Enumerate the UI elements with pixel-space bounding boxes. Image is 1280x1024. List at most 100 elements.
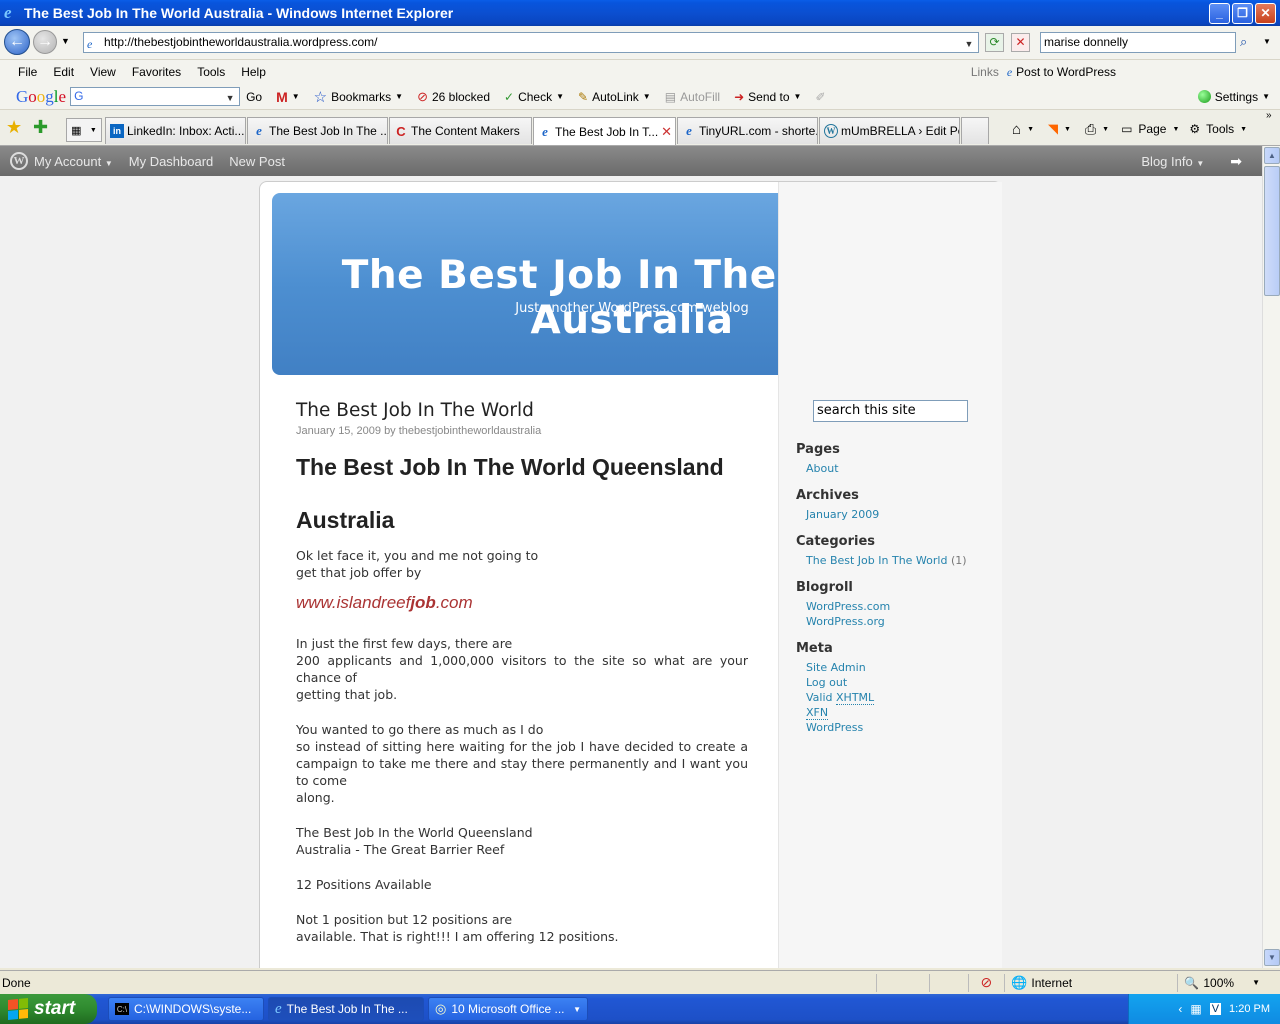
stop-icon[interactable]: ✕ bbox=[1011, 33, 1030, 52]
sidebar-link-log-out[interactable]: Log out bbox=[806, 676, 847, 689]
tab-best-job-active[interactable]: e The Best Job In T... ✕ bbox=[533, 117, 676, 145]
refresh-icon[interactable]: ⟳ bbox=[985, 33, 1004, 52]
chevron-down-icon[interactable]: ▼ bbox=[1064, 126, 1071, 133]
page-icon: e bbox=[87, 37, 93, 51]
page-menu[interactable]: Page bbox=[1138, 122, 1166, 136]
forward-button[interactable]: → bbox=[33, 30, 57, 54]
start-button[interactable]: start bbox=[0, 994, 97, 1024]
chevron-down-icon[interactable]: ▼ bbox=[1252, 978, 1260, 987]
address-input[interactable]: e http://thebestjobintheworldaustralia.w… bbox=[83, 32, 979, 53]
back-button[interactable]: ← bbox=[4, 29, 30, 55]
sidebar-link-xfn[interactable]: XFN bbox=[806, 706, 829, 720]
rss-feed-icon[interactable]: ◥ bbox=[1048, 121, 1058, 137]
menu-tools[interactable]: Tools bbox=[197, 65, 225, 79]
sidebar-link-wordpress-com[interactable]: WordPress.com bbox=[806, 600, 890, 613]
menu-favorites[interactable]: Favorites bbox=[132, 65, 181, 79]
close-tab-icon[interactable]: ✕ bbox=[661, 124, 672, 140]
close-window-button[interactable]: ✕ bbox=[1255, 2, 1276, 24]
scroll-thumb[interactable] bbox=[1264, 166, 1280, 296]
sidebar-link-valid-xhtml[interactable]: Valid XHTML bbox=[806, 691, 875, 705]
quick-tabs-button[interactable]: ▦ ▼ bbox=[66, 118, 102, 142]
restore-button[interactable]: ❐ bbox=[1232, 2, 1253, 24]
status-divider bbox=[1004, 973, 1006, 992]
link-text: .com bbox=[435, 593, 473, 612]
popup-blocker-button[interactable]: ⊘ 26 blocked bbox=[417, 89, 490, 105]
menu-view[interactable]: View bbox=[90, 65, 116, 79]
zoom-level[interactable]: 100% bbox=[1203, 976, 1234, 990]
my-dashboard-link[interactable]: My Dashboard bbox=[129, 154, 214, 169]
sidebar-link-wordpress[interactable]: WordPress bbox=[806, 721, 863, 734]
tab-label: The Content Makers bbox=[411, 124, 520, 138]
google-search-dropdown-icon[interactable]: ▼ bbox=[223, 90, 237, 105]
island-reef-link[interactable]: www.islandreefjob.com bbox=[296, 593, 748, 613]
scroll-down-button[interactable]: ▼ bbox=[1264, 949, 1280, 966]
autolink-button[interactable]: ✎ AutoLink ▼ bbox=[578, 90, 651, 104]
send-to-button[interactable]: ➜ Send to ▼ bbox=[734, 90, 801, 104]
vertical-scrollbar[interactable]: ▲ ▼ bbox=[1262, 146, 1280, 968]
privacy-icon[interactable]: ⊘ bbox=[981, 974, 993, 991]
bookmarks-label: Bookmarks bbox=[331, 89, 392, 104]
spellcheck-button[interactable]: ✓ Check ▼ bbox=[504, 90, 564, 104]
highlighter-icon[interactable]: ✐ bbox=[815, 90, 825, 104]
new-post-link[interactable]: New Post bbox=[229, 154, 285, 169]
chevron-down-icon[interactable]: ▼ bbox=[1172, 126, 1179, 133]
minimize-button[interactable]: _ bbox=[1209, 2, 1230, 24]
tab-label: mUmBRELLA › Edit Po... bbox=[841, 124, 959, 138]
google-go-button[interactable]: Go bbox=[246, 90, 262, 104]
google-settings-button[interactable]: Settings ▼ bbox=[1197, 90, 1270, 104]
recent-pages-dropdown-icon[interactable]: ▼ bbox=[61, 36, 70, 46]
xhtml-abbr: XHTML bbox=[836, 691, 875, 705]
search-input[interactable]: marise donnelly bbox=[1040, 32, 1236, 53]
tray-expand-icon[interactable]: ‹ bbox=[1178, 1002, 1182, 1016]
tools-menu[interactable]: Tools bbox=[1206, 122, 1234, 136]
google-logo[interactable]: Google bbox=[16, 87, 66, 107]
add-favorite-icon[interactable]: ✚ bbox=[33, 117, 48, 138]
tab-best-job-1[interactable]: e The Best Job In The ... bbox=[247, 117, 388, 144]
sidebar-link-about[interactable]: About bbox=[806, 462, 839, 475]
scroll-up-button[interactable]: ▲ bbox=[1264, 147, 1280, 164]
clock[interactable]: 1:20 PM bbox=[1229, 1003, 1270, 1015]
vpn-icon[interactable]: V bbox=[1209, 1003, 1222, 1015]
menu-edit[interactable]: Edit bbox=[53, 65, 74, 79]
sidebar-link-january-2009[interactable]: January 2009 bbox=[806, 508, 879, 521]
favorites-star-icon[interactable]: ★ bbox=[6, 117, 22, 138]
tab-linkedin[interactable]: in LinkedIn: Inbox: Acti... bbox=[105, 117, 246, 144]
sidebar-link-site-admin[interactable]: Site Admin bbox=[806, 661, 866, 674]
tab-tinyurl[interactable]: e TinyURL.com - shorte... bbox=[677, 117, 818, 144]
search-options-icon[interactable]: ▼ bbox=[1263, 37, 1271, 46]
home-icon[interactable]: ⌂ bbox=[1012, 121, 1021, 138]
tab-mumbrella[interactable]: WmUmBRELLA › Edit Po... bbox=[819, 117, 960, 144]
tab-content-makers[interactable]: C The Content Makers bbox=[389, 117, 532, 144]
taskbar-item-cmd[interactable]: C:\ C:\WINDOWS\syste... bbox=[108, 997, 264, 1021]
google-search-input[interactable]: G ▼ bbox=[70, 87, 241, 106]
menu-help[interactable]: Help bbox=[241, 65, 266, 79]
links-label[interactable]: Links bbox=[971, 65, 999, 79]
category-link[interactable]: The Best Job In The World bbox=[806, 554, 947, 567]
wordpress-logo-icon[interactable]: W bbox=[10, 152, 28, 170]
status-divider bbox=[1177, 973, 1179, 992]
post-to-wordpress-link[interactable]: Post to WordPress bbox=[1016, 65, 1116, 79]
chevron-down-icon[interactable]: ▼ bbox=[1102, 126, 1109, 133]
sidebar-link-wordpress-org[interactable]: WordPress.org bbox=[806, 615, 885, 628]
post-title[interactable]: The Best Job In The World bbox=[296, 400, 748, 421]
bookmarks-button[interactable]: ☆ Bookmarks ▼ bbox=[314, 88, 403, 106]
blog-info-menu[interactable]: Blog Info ▼ bbox=[1141, 154, 1204, 169]
print-icon[interactable]: ⎙ bbox=[1085, 121, 1096, 138]
chevron-down-icon[interactable]: ▼ bbox=[1027, 126, 1034, 133]
sidebar-category-item[interactable]: The Best Job In The World (1) bbox=[806, 554, 967, 567]
toolbar-overflow-icon[interactable]: » bbox=[1266, 110, 1272, 121]
new-tab-button[interactable] bbox=[961, 117, 989, 144]
chevron-down-icon[interactable]: ▼ bbox=[1240, 126, 1247, 133]
network-icon[interactable]: ▦ bbox=[1190, 1002, 1201, 1016]
autofill-button[interactable]: ▤ AutoFill bbox=[665, 90, 720, 104]
my-account-menu[interactable]: My Account ▼ bbox=[34, 154, 113, 169]
google-logo-letter: G bbox=[16, 86, 29, 106]
search-icon[interactable]: ⌕ bbox=[1240, 34, 1247, 50]
gmail-icon[interactable]: M ▼ bbox=[276, 89, 300, 105]
address-dropdown-icon[interactable]: ▼ bbox=[962, 35, 976, 50]
taskbar-item-office[interactable]: ◎ 10 Microsoft Office ... ▼ bbox=[428, 997, 588, 1021]
next-blog-arrow-icon[interactable]: ➡ bbox=[1230, 153, 1242, 170]
sidebar-search-input[interactable]: search this site bbox=[813, 400, 968, 422]
menu-file[interactable]: File bbox=[18, 65, 37, 79]
taskbar-item-ie[interactable]: e The Best Job In The ... bbox=[268, 997, 424, 1021]
